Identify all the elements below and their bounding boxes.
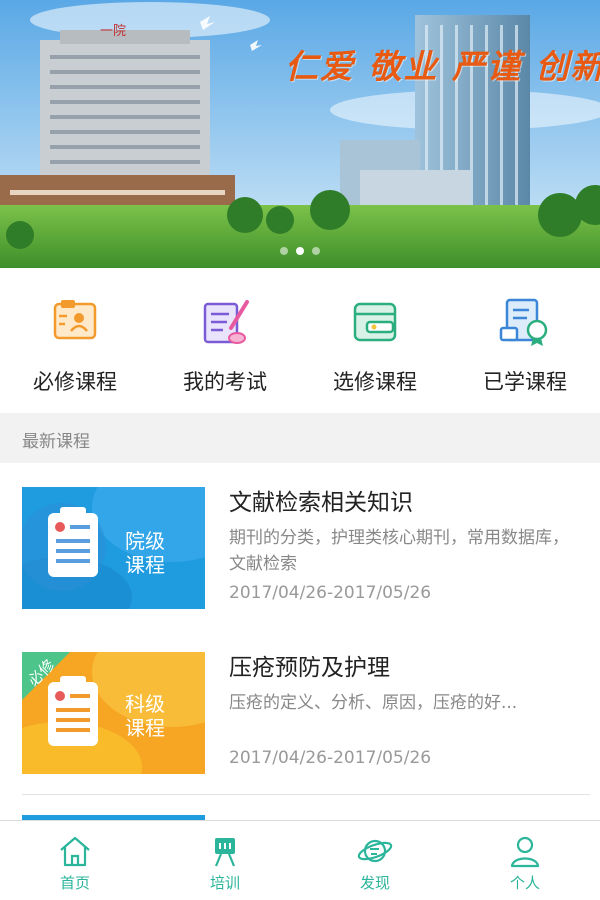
course-description: 压疮的定义、分析、原因，压疮的好... (229, 693, 518, 713)
training-easel-icon (214, 838, 236, 867)
tab-home[interactable]: 首页 (0, 821, 150, 900)
course-thumbnail: 必修 科级 课程 (22, 652, 205, 774)
menu-label: 我的考试 (183, 370, 267, 394)
hospital-slogan: 仁爱 敬业 严谨 创新 (285, 47, 600, 86)
tab-discover[interactable]: 发现 (300, 821, 450, 900)
menu-label: 必修课程 (33, 370, 117, 394)
menu-item-elective-courses[interactable]: 选修课程 (300, 268, 450, 413)
section-title: 最新课程 (22, 432, 90, 452)
carousel-indicator[interactable] (0, 247, 600, 255)
hospital-banner[interactable]: 一院 仁爱 敬业 严谨 创新 (0, 0, 600, 268)
carousel-dot-3[interactable] (312, 247, 320, 255)
menu-item-completed-courses[interactable]: 已学课程 (450, 268, 600, 413)
carousel-dot-2[interactable] (296, 247, 304, 255)
tab-label: 培训 (209, 874, 240, 892)
course-item[interactable]: 必修 科级 课程 压疮预防及护理 压疮的定义、分析、原因，压疮的好... 2017… (0, 628, 600, 793)
course-title: 压疮预防及护理 (229, 655, 390, 681)
carousel-dot-1[interactable] (280, 247, 288, 255)
bottom-tab-bar: 首页 培训 发现 个人 (0, 820, 600, 900)
quick-menu: 必修课程 我的考试 选修课程 已学课程 (0, 268, 600, 413)
tab-training[interactable]: 培训 (150, 821, 300, 900)
course-title: 文献检索相关知识 (229, 490, 413, 516)
course-description: 期刊的分类，护理类核心期刊，常用数据库，文献检索 (229, 528, 569, 574)
tab-profile[interactable]: 个人 (450, 821, 600, 900)
course-thumbnail: 院级 课程 (22, 487, 205, 609)
tab-label: 首页 (59, 874, 90, 892)
menu-item-my-exams[interactable]: 我的考试 (150, 268, 300, 413)
certificate-icon (499, 298, 548, 346)
thumb-label: 院级 课程 (125, 529, 165, 577)
section-header: 最新课程 (0, 413, 600, 463)
tab-label: 发现 (359, 874, 390, 892)
wallet-icon (353, 302, 397, 342)
tab-label: 个人 (509, 874, 540, 892)
menu-label: 选修课程 (333, 370, 417, 394)
list-divider (22, 794, 590, 795)
course-date-range: 2017/04/26-2017/05/26 (229, 748, 432, 768)
course-item[interactable]: 院级 课程 文献检索相关知识 期刊的分类，护理类核心期刊，常用数据库，文献检索 2… (0, 463, 600, 628)
id-card-icon (53, 300, 97, 340)
menu-item-required-courses[interactable]: 必修课程 (0, 268, 150, 413)
planet-icon (357, 839, 393, 863)
thumb-label: 科级 课程 (125, 692, 165, 740)
menu-label: 已学课程 (483, 370, 567, 394)
building-sign-text: 一院 (100, 24, 126, 39)
home-icon (60, 836, 90, 867)
course-date-range: 2017/04/26-2017/05/26 (229, 583, 432, 603)
exam-pen-icon (203, 300, 249, 344)
person-icon (510, 836, 540, 868)
